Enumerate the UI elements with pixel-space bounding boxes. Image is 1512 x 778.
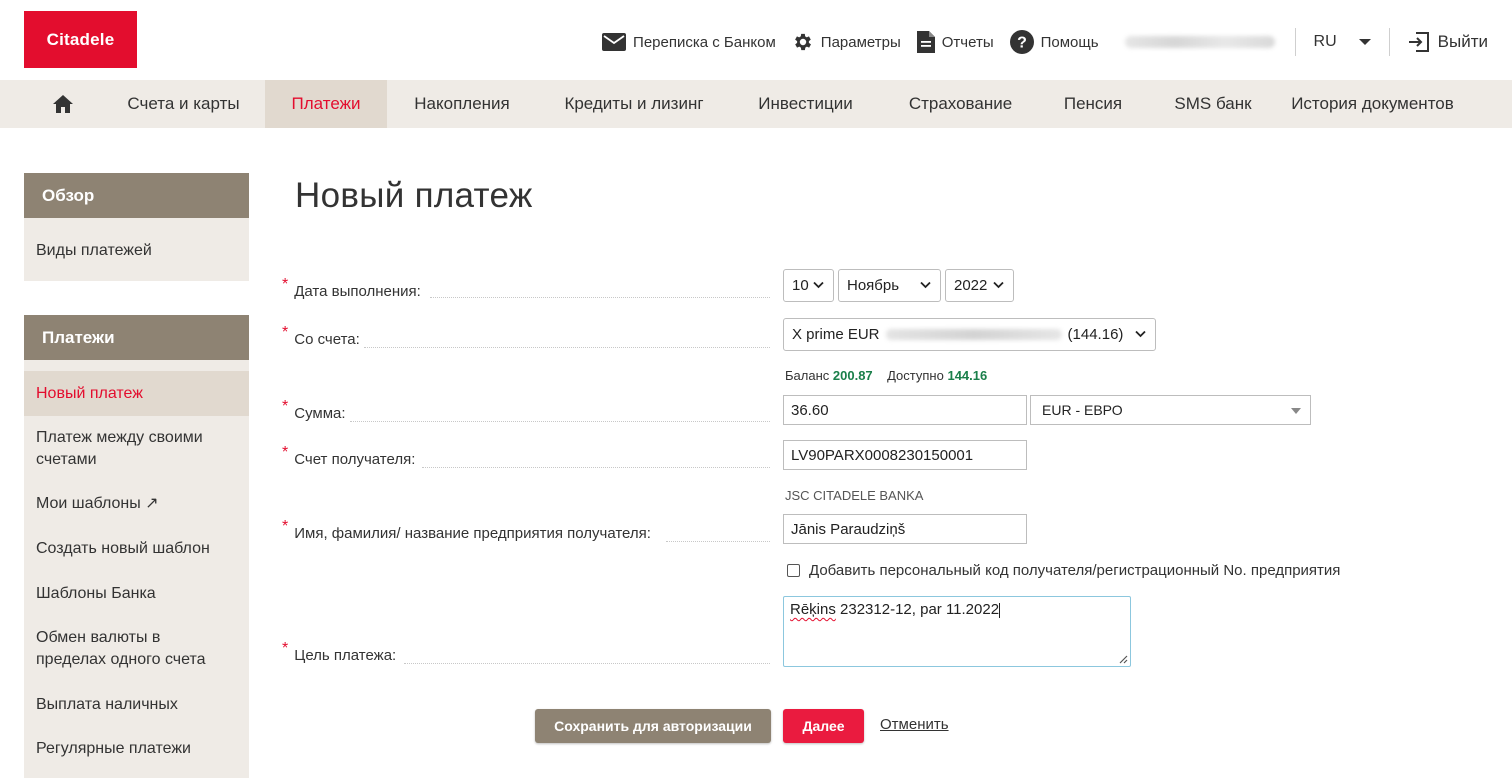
divider [1294, 28, 1296, 56]
sidebar-item-recurring-payments[interactable]: Регулярные платежи [24, 738, 249, 760]
reports-link[interactable]: Отчеты [916, 31, 994, 53]
logout-icon [1408, 32, 1429, 52]
nav-document-history[interactable]: История документов [1281, 80, 1464, 128]
amount-label: * Сумма: [282, 398, 346, 422]
save-for-authorization-button[interactable]: Сохранить для авторизации [535, 709, 771, 743]
sidebar-item-own-transfer[interactable]: Платеж между своими счетами [24, 427, 249, 471]
sidebar-overview-box: Виды платежей [24, 218, 249, 281]
available-value: 144.16 [947, 368, 988, 383]
dotted-leader [430, 297, 770, 298]
language-select[interactable]: RU [1314, 33, 1371, 51]
sidebar-item-cash-withdrawal[interactable]: Выплата наличных [24, 694, 249, 716]
sidebar-item-currency-exchange[interactable]: Обмен валюты в пределах одного счета [24, 627, 224, 671]
nav-loans-leasing[interactable]: Кредиты и лизинг [537, 80, 731, 128]
messages-label: Переписка с Банком [633, 33, 776, 51]
sidebar-overview-title[interactable]: Обзор [24, 173, 249, 218]
beneficiary-name-label: * Имя, фамилия/ название предприятия полу… [282, 518, 651, 542]
help-icon: ? [1009, 30, 1034, 54]
nav-sms-bank[interactable]: SMS банк [1145, 80, 1281, 128]
nav-accounts-cards[interactable]: Счета и карты [102, 80, 265, 128]
sidebar-payments-box: Новый платеж Платеж между своими счетами… [24, 360, 249, 778]
nav-savings[interactable]: Накопления [387, 80, 537, 128]
chevron-down-icon [993, 281, 1004, 289]
next-button[interactable]: Далее [783, 709, 864, 743]
balance-value: 200.87 [832, 368, 873, 383]
balance-info: Баланс 200.87 Доступно 144.16 [785, 368, 988, 383]
logout-link[interactable]: Выйти [1408, 31, 1488, 53]
resize-grip-icon[interactable] [1118, 654, 1128, 664]
purpose-text: 232312-12, par 11.2022 [835, 601, 1000, 618]
bank-name: JSC CITADELE BANKA [785, 488, 924, 503]
gear-icon [794, 33, 811, 51]
citadele-logo[interactable]: Citadele [24, 11, 137, 68]
day-select[interactable]: 10 [783, 269, 834, 302]
top-links: Переписка с Банком Параметры Отчеты ? По… [586, 26, 1488, 58]
required-marker: * [282, 640, 289, 657]
main-nav: Счета и карты Платежи Накопления Кредиты… [0, 80, 1512, 128]
page-title: Новый платеж [295, 176, 533, 215]
dotted-leader [364, 347, 770, 348]
sidebar-item-my-templates[interactable]: Мои шаблоны ↗ [24, 493, 249, 515]
svg-text:?: ? [1017, 35, 1027, 52]
amount-input[interactable]: 36.60 [783, 395, 1027, 425]
beneficiary-account-label: * Счет получателя: [282, 444, 416, 468]
nav-insurance[interactable]: Страхование [880, 80, 1041, 128]
language-label: RU [1313, 33, 1337, 50]
dotted-leader [422, 467, 770, 468]
beneficiary-name-input[interactable]: Jānis Paraudziņš [783, 514, 1027, 544]
caret-down-icon [1358, 39, 1371, 45]
sidebar-item-bank-templates[interactable]: Шаблоны Банка [24, 583, 249, 605]
add-code-checkbox-row[interactable]: Добавить персональный код получателя/рег… [787, 562, 1340, 579]
chevron-down-icon [813, 281, 824, 289]
year-select[interactable]: 2022 [945, 269, 1014, 302]
sidebar: Обзор Виды платежей Платежи Новый платеж… [24, 173, 249, 778]
dotted-leader [404, 663, 770, 664]
reports-label: Отчеты [941, 33, 994, 51]
sidebar-payments-title[interactable]: Платежи [24, 315, 249, 360]
help-link[interactable]: ? Помощь [1009, 30, 1099, 54]
add-code-label: Добавить персональный код получателя/рег… [809, 562, 1341, 579]
required-marker: * [282, 276, 289, 293]
nav-home[interactable] [24, 80, 102, 128]
required-marker: * [282, 324, 289, 341]
sidebar-item-new-payment[interactable]: Новый платеж [24, 371, 249, 416]
header: Citadele Переписка с Банком Параметры От… [0, 0, 1512, 80]
caret-down-icon [1291, 408, 1301, 414]
home-icon [53, 95, 73, 113]
currency-select[interactable]: EUR - ЕВРО [1030, 395, 1311, 425]
required-marker: * [282, 398, 289, 415]
account-number-blurred [885, 329, 1062, 340]
nav-investments[interactable]: Инвестиции [731, 80, 880, 128]
purpose-textarea[interactable]: Rēķins 232312-12, par 11.2022 [783, 596, 1131, 667]
required-marker: * [282, 444, 289, 461]
add-code-checkbox[interactable] [787, 564, 800, 577]
help-label: Помощь [1040, 33, 1099, 51]
sidebar-item-payment-types[interactable]: Виды платежей [24, 240, 249, 262]
month-select[interactable]: Ноябрь [838, 269, 941, 302]
messages-link[interactable]: Переписка с Банком [602, 33, 776, 51]
date-label: * Дата выполнения: [282, 276, 421, 300]
logout-label: Выйти [1437, 32, 1488, 51]
settings-link[interactable]: Параметры [792, 31, 901, 53]
from-account-label: * Со счета: [282, 324, 360, 348]
mail-icon [602, 33, 627, 51]
chevron-down-icon [1135, 330, 1146, 338]
divider [1388, 28, 1390, 56]
sidebar-item-create-template[interactable]: Создать новый шаблон [24, 538, 249, 560]
chevron-down-icon [920, 281, 931, 289]
document-icon [916, 31, 935, 53]
beneficiary-account-input[interactable]: LV90PARX0008230150001 [783, 440, 1027, 470]
dotted-leader [666, 541, 770, 542]
from-account-select[interactable]: X prime EUR (144.16) [783, 318, 1156, 351]
nav-payments[interactable]: Платежи [265, 80, 387, 128]
settings-label: Параметры [820, 33, 901, 51]
dotted-leader [350, 421, 770, 422]
cancel-link[interactable]: Отменить [880, 716, 949, 733]
user-name-blurred [1124, 36, 1275, 48]
purpose-text-word: Rēķins [790, 601, 836, 618]
purpose-label: * Цель платежа: [282, 640, 397, 664]
nav-pension[interactable]: Пенсия [1041, 80, 1145, 128]
required-marker: * [282, 518, 289, 535]
